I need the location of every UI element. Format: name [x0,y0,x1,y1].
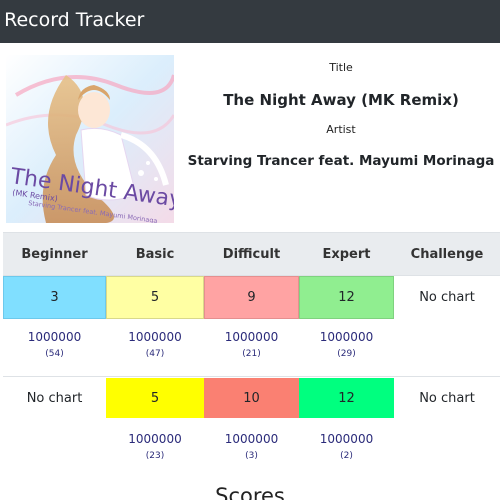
double-expert-level[interactable]: 12 [299,378,394,418]
double-level-row: No chart 5 10 12 No chart [3,378,500,418]
single-score-row: 1000000 (54) 1000000 (47) 1000000 (21) 1… [3,323,500,365]
score-count: (23) [145,450,165,461]
score-cell[interactable]: 1000000 (2) [299,425,394,467]
score-count: (2) [340,450,353,461]
double-score-row: 1000000 (23) 1000000 (3) 1000000 (2) [3,425,500,467]
score-count: (29) [337,348,356,359]
score-count: (3) [245,450,258,461]
double-basic-level[interactable]: 5 [106,378,204,418]
single-level-row: 3 5 9 12 No chart [3,276,500,319]
double-beginner-level: No chart [26,390,83,406]
score-count: (47) [145,348,165,359]
score-value: 1000000 [319,329,374,344]
score-count: (21) [242,348,261,359]
song-jacket-image: The Night Away (MK Remix) Starving Tranc… [6,55,174,223]
score-value: 1000000 [319,431,374,446]
score-cell[interactable]: 1000000 (21) [204,323,299,365]
scores-heading: Scores [215,484,285,500]
score-value: 1000000 [27,329,82,344]
single-challenge-level: No chart [419,290,475,305]
score-count: (54) [45,348,64,359]
score-cell[interactable]: 1000000 (29) [299,323,394,365]
app-brand[interactable]: d Record Tracker [0,9,144,31]
score-cell[interactable]: 1000000 (54) [3,323,106,365]
single-basic-level[interactable]: 5 [106,276,204,319]
score-value: 1000000 [128,329,182,344]
score-value: 1000000 [128,431,182,446]
difficulty-header: Challenge [410,246,484,262]
song-metadata: Title The Night Away (MK Remix) Artist S… [182,60,500,172]
song-artist: Starving Trancer feat. Mayumi Morinaga [187,153,495,169]
difficulty-header: Difficult [222,246,281,262]
row-divider [3,376,500,377]
song-title: The Night Away (MK Remix) [223,91,459,109]
artist-label: Artist [326,123,356,136]
navbar: d Record Tracker [0,0,500,43]
title-label: Title [329,61,353,74]
single-beginner-level[interactable]: 3 [3,276,106,319]
difficulty-header: Expert [322,246,371,262]
single-expert-level[interactable]: 12 [299,276,394,319]
difficulty-header: Basic [135,246,175,262]
difficulty-header-row: Beginner Basic Difficult Expert Challeng… [3,232,500,276]
single-difficult-level[interactable]: 9 [204,276,299,319]
double-challenge-level: No chart [419,390,475,406]
score-cell[interactable]: 1000000 (47) [106,323,204,365]
score-value: 1000000 [224,431,279,446]
score-cell[interactable]: 1000000 (23) [106,425,204,467]
double-difficult-level[interactable]: 10 [204,378,299,418]
score-value: 1000000 [224,329,279,344]
difficulty-header: Beginner [21,246,88,262]
score-cell[interactable]: 1000000 (3) [204,425,299,467]
